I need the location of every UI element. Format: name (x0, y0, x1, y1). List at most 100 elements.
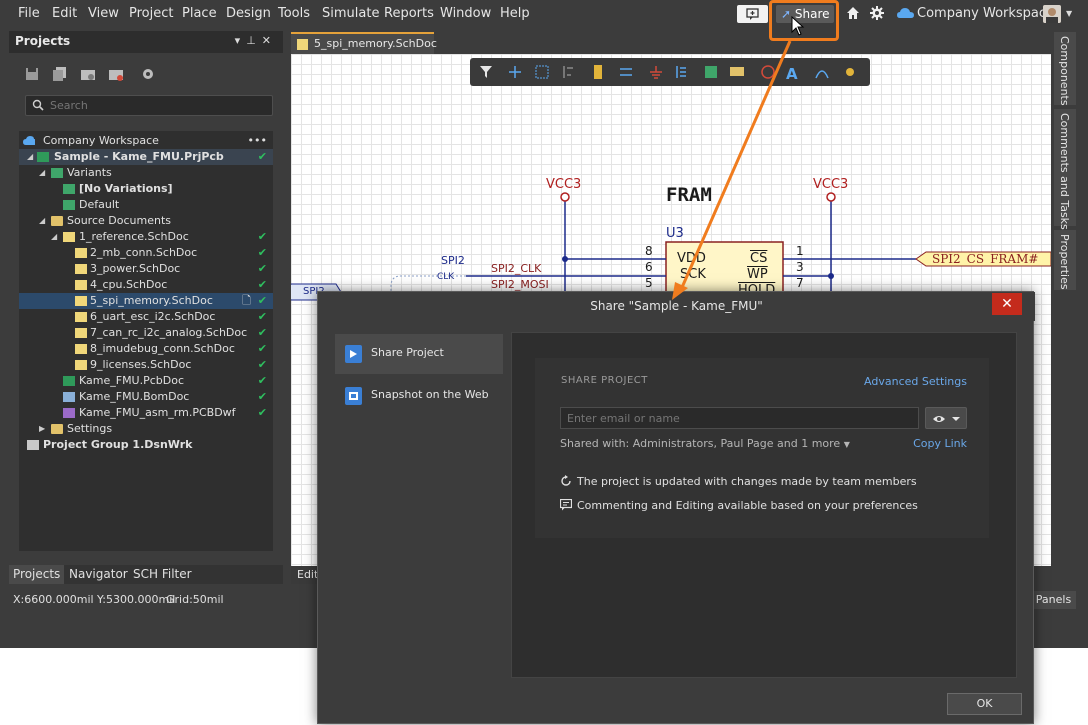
tree-item-schdoc[interactable]: 3_power.SchDoc ✔ (19, 261, 273, 277)
tree-item-schdoc[interactable]: 7_can_rc_i2c_analog.SchDoc ✔ (19, 325, 273, 341)
directive-icon[interactable] (761, 65, 775, 79)
menu-simulate[interactable]: Simulate (322, 6, 379, 21)
panel-tabs: Projects Navigator SCH Filter (9, 565, 283, 584)
schematic-doc-icon (75, 328, 87, 338)
menu-view[interactable]: View (88, 6, 119, 21)
move-icon[interactable] (509, 66, 521, 78)
pin-number: 7 (796, 276, 804, 290)
gear-icon[interactable] (870, 6, 884, 20)
text-icon[interactable]: A (786, 65, 798, 83)
menu-tools[interactable]: Tools (278, 6, 310, 21)
tab-properties[interactable]: Properties (1054, 230, 1076, 290)
schematic-doc-icon (75, 248, 87, 258)
save-all-icon[interactable] (53, 67, 67, 81)
tree-item-schdoc[interactable]: 8_imudebug_conn.SchDoc ✔ (19, 341, 273, 357)
tab-sch-filter[interactable]: SCH Filter (129, 565, 196, 584)
ok-button[interactable]: OK (947, 693, 1022, 715)
tab-label: Components (1058, 36, 1071, 106)
tab-navigator[interactable]: Navigator (65, 565, 132, 584)
ground-icon[interactable] (650, 66, 662, 79)
menu-edit[interactable]: Edit (52, 6, 77, 21)
cloud-icon (23, 136, 35, 145)
tree-item-variants[interactable]: ◢ Variants (19, 165, 273, 181)
tree-item-schdoc[interactable]: 4_cpu.SchDoc ✔ (19, 277, 273, 293)
tree-item-no-variations[interactable]: [No Variations] (19, 181, 273, 197)
tree-item-company-workspace[interactable]: Company Workspace ••• (19, 133, 273, 149)
collapse-icon[interactable]: ◢ (39, 213, 45, 229)
folder-settings-icon[interactable] (109, 67, 123, 81)
filter-icon[interactable] (480, 66, 492, 78)
add-comment-button[interactable] (737, 5, 768, 23)
net-label: SPI2_CLK (491, 262, 542, 275)
tree-item-schdoc[interactable]: ◢ 1_reference.SchDoc ✔ (19, 229, 273, 245)
tree-item-schdoc[interactable]: 9_licenses.SchDoc ✔ (19, 357, 273, 373)
menu-help[interactable]: Help (500, 6, 530, 21)
tree-item-schdoc[interactable]: 2_mb_conn.SchDoc ✔ (19, 245, 273, 261)
pin-number: 5 (645, 276, 653, 290)
expand-icon[interactable]: ▶ (39, 421, 45, 437)
tree-item-settings[interactable]: ▶ Settings (19, 421, 273, 437)
wire-icon[interactable] (620, 68, 632, 76)
chevron-down-icon[interactable]: ▼ (1066, 9, 1072, 18)
bus-icon[interactable] (676, 66, 686, 78)
grid-size: Grid:50mil (166, 593, 224, 606)
tree-item-default[interactable]: Default (19, 197, 273, 213)
tab-projects[interactable]: Projects (9, 565, 65, 584)
panel-controls[interactable]: ▾⊥✕ (235, 34, 277, 47)
nav-snapshot-web[interactable]: Snapshot on the Web (335, 376, 503, 416)
menu-project[interactable]: Project (129, 6, 173, 21)
project-search[interactable] (25, 95, 273, 116)
tree-item-source-documents[interactable]: ◢ Source Documents (19, 213, 273, 229)
tree-item-schdoc-selected[interactable]: 5_spi_memory.SchDoc 🗋 ✔ (19, 293, 273, 309)
collapse-icon[interactable]: ◢ (51, 229, 57, 245)
copy-link[interactable]: Copy Link (913, 437, 967, 450)
collapse-icon[interactable]: ◢ (39, 165, 45, 181)
advanced-settings-link[interactable]: Advanced Settings (864, 375, 967, 388)
panel-settings-icon[interactable] (141, 67, 155, 81)
user-avatar[interactable] (1043, 5, 1061, 23)
port-icon[interactable] (730, 67, 744, 76)
tree-item-bomdoc[interactable]: Kame_FMU.BomDoc ✔ (19, 389, 273, 405)
schematic-doc-icon (75, 296, 87, 306)
document-tab[interactable]: 5_spi_memory.SchDoc (291, 32, 437, 54)
pin-name: SCK (680, 267, 706, 282)
select-icon[interactable] (535, 65, 549, 79)
menu-design[interactable]: Design (226, 6, 271, 21)
bom-doc-icon (63, 392, 75, 402)
arc-icon[interactable] (815, 70, 829, 79)
search-input[interactable] (50, 98, 250, 113)
panels-button[interactable]: Panels (1031, 591, 1076, 609)
marker-icon[interactable] (846, 68, 854, 76)
sheet-symbol-icon[interactable] (705, 66, 717, 78)
open-folder-icon[interactable] (81, 67, 95, 81)
tree-item-schdoc[interactable]: 6_uart_esc_i2c.SchDoc ✔ (19, 309, 273, 325)
collapse-icon[interactable]: ◢ (27, 149, 33, 165)
tree-item-pcbdwf[interactable]: Kame_FMU_asm_rm.PCBDwf ✔ (19, 405, 273, 421)
menu-place[interactable]: Place (182, 6, 217, 21)
share-dialog: Share "Sample - Kame_FMU" ✕ Share Projec… (317, 291, 1035, 724)
email-input[interactable] (560, 407, 919, 429)
tree-item-project-group[interactable]: Project Group 1.DsnWrk (19, 437, 273, 453)
menu-file[interactable]: File (18, 6, 40, 21)
tab-comments-and-tasks[interactable]: Comments and Tasks (1054, 109, 1076, 230)
check-icon: ✔ (257, 374, 267, 387)
shared-with-text[interactable]: Shared with: Administrators, Paul Page a… (560, 437, 850, 450)
save-icon[interactable] (25, 67, 39, 81)
nav-share-project[interactable]: Share Project (335, 334, 503, 374)
tab-components[interactable]: Components (1054, 32, 1076, 106)
align-icon[interactable] (563, 66, 573, 78)
menu-reports[interactable]: Reports (384, 6, 434, 21)
home-icon[interactable] (846, 6, 860, 20)
workspace-selector[interactable]: Company Workspace (917, 6, 1054, 21)
more-options-icon[interactable]: ••• (248, 133, 267, 149)
close-button[interactable]: ✕ (992, 293, 1022, 315)
document-tab-label: 5_spi_memory.SchDoc (314, 37, 437, 50)
menu-window[interactable]: Window (440, 6, 491, 21)
pin-number: 8 (645, 244, 653, 258)
place-part-icon[interactable] (594, 65, 602, 79)
tree-item-pcbdoc[interactable]: Kame_FMU.PcbDoc ✔ (19, 373, 273, 389)
check-icon: ✔ (257, 230, 267, 243)
tree-item-project[interactable]: ◢ Sample - Kame_FMU.PrjPcb ✔ (19, 149, 273, 165)
permission-dropdown[interactable] (925, 407, 967, 429)
search-icon (32, 99, 44, 111)
